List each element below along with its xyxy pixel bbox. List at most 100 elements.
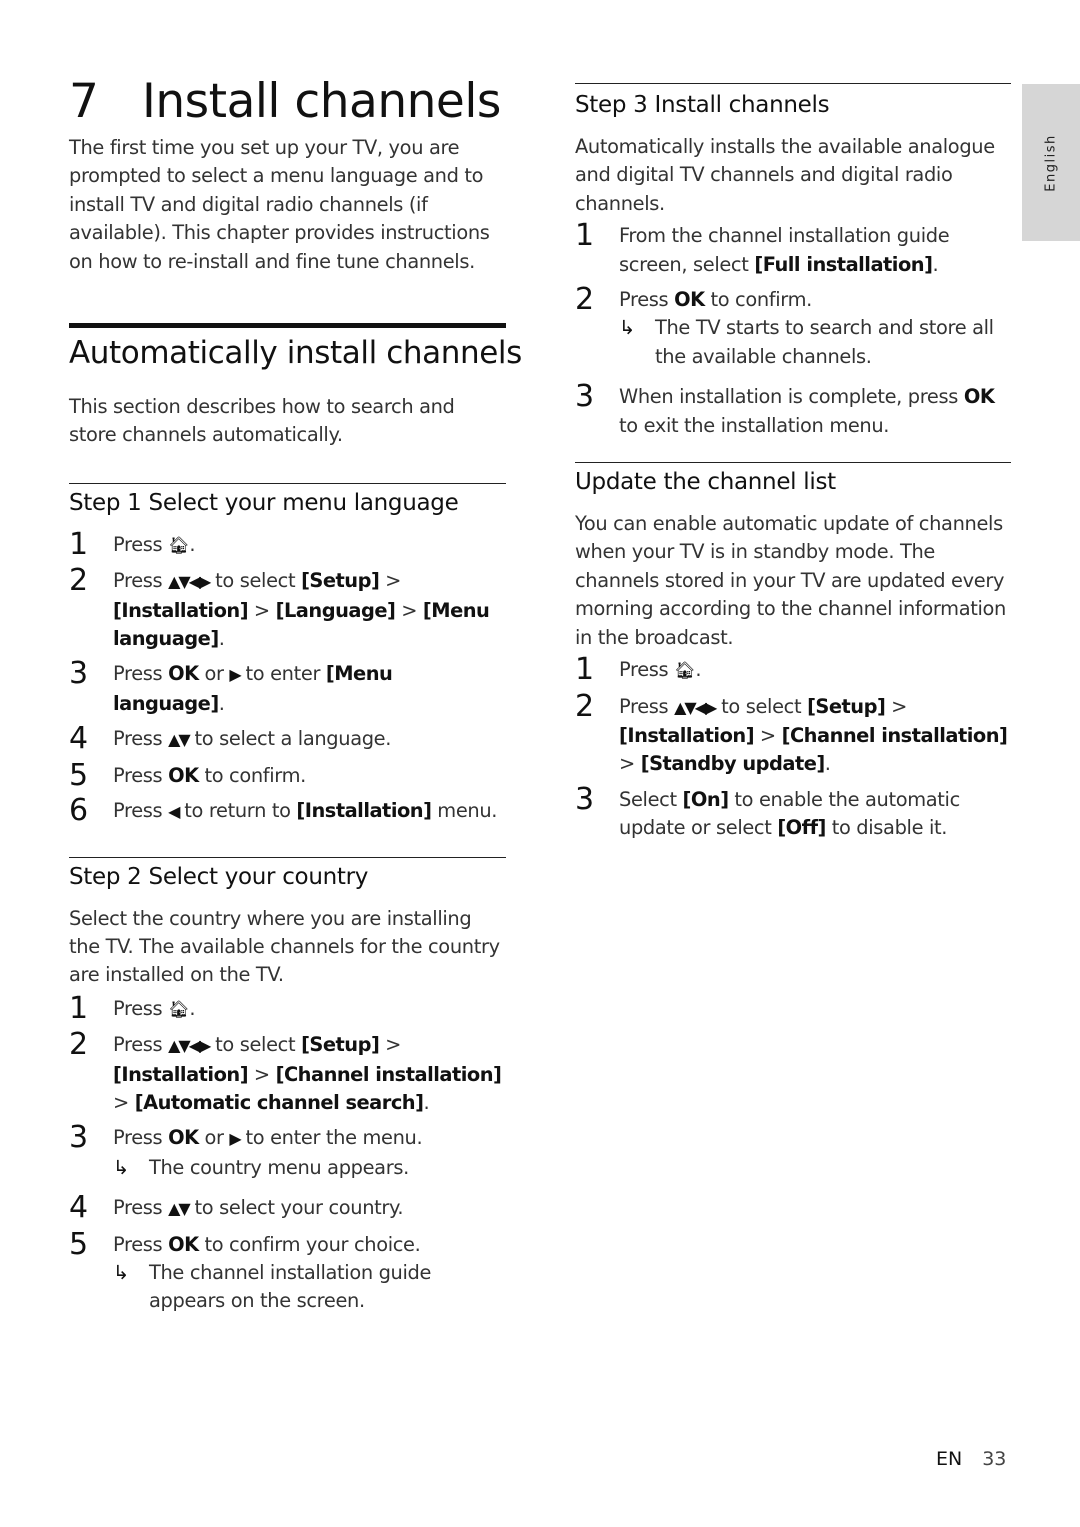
- update-description: You can enable automatic update of chann…: [575, 512, 1007, 649]
- list-item: 3 Press OK or ▶ to enter [Menu language].: [69, 657, 506, 718]
- navigation-arrows-icon: ▲▼◀▶: [674, 697, 717, 717]
- chapter-title: 7 Install channels: [69, 70, 506, 134]
- step-text: Press ▲▼◀▶ to select [Setup] > [Installa…: [113, 569, 490, 650]
- text-fragment: When installation is complete, press: [619, 385, 964, 409]
- step2-list: 1 Press 🏠︎. 2 Press ▲▼◀▶ to select [Setup] …: [69, 991, 506, 1316]
- menu-option: [Automatic channel search]: [134, 1090, 424, 1114]
- text-fragment: to confirm your choice.: [198, 1232, 421, 1256]
- step-text: Press ◀ to return to [Installation] menu…: [113, 799, 497, 822]
- text-fragment: to enter the menu.: [239, 1126, 423, 1150]
- update-title: Update the channel list: [575, 469, 836, 496]
- text-fragment: Press: [619, 694, 675, 718]
- text-fragment: Press: [619, 658, 675, 682]
- text-fragment: >: [379, 1033, 407, 1057]
- text-fragment: to select: [209, 1033, 302, 1057]
- step-number: 6: [69, 793, 88, 829]
- text-fragment: Press: [113, 763, 169, 787]
- page-footer: EN 33: [936, 1448, 1006, 1470]
- text-fragment: menu.: [431, 799, 498, 823]
- step2-title: Step 2 Select your country: [69, 863, 369, 890]
- home-icon: 🏠︎: [168, 999, 190, 1020]
- text-fragment: .: [932, 252, 939, 276]
- menu-option: [Setup]: [301, 569, 380, 593]
- text-fragment: Press: [113, 799, 169, 823]
- step2-description: Select the country where you are install…: [69, 906, 500, 987]
- step-number: 4: [69, 721, 88, 757]
- step-number: 2: [69, 1027, 88, 1063]
- text-fragment: Press: [113, 1033, 169, 1057]
- navigation-arrows-icon: ▲▼◀▶: [168, 572, 211, 592]
- text-fragment: .: [189, 532, 196, 556]
- text-fragment: to select a language.: [188, 727, 392, 751]
- text-fragment: Press: [113, 1126, 169, 1150]
- menu-option: [Language]: [275, 598, 396, 622]
- navigation-arrows-icon: ▲▼◀▶: [168, 1036, 211, 1056]
- step-number: 1: [575, 652, 594, 688]
- text-fragment: to select your country.: [188, 1196, 404, 1220]
- step-text: Press ▲▼ to select your country.: [113, 1196, 404, 1220]
- list-item: 2 Press ▲▼◀▶ to select [Setup] > [Install…: [575, 689, 1011, 779]
- step-result: ↳ The country menu appears.: [113, 1154, 506, 1182]
- text-fragment: Press: [619, 288, 675, 312]
- step-number: 2: [69, 563, 88, 599]
- menu-option: OK: [168, 662, 199, 686]
- menu-option: OK: [168, 1232, 199, 1256]
- step-text: Press 🏠︎.: [113, 532, 196, 556]
- up-down-arrows-icon: ▲▼: [168, 1199, 191, 1219]
- subsection-divider: [575, 462, 1011, 464]
- step-text: From the channel installation guide scre…: [619, 224, 955, 275]
- step-number: 2: [575, 282, 594, 318]
- menu-option: [On]: [682, 787, 730, 811]
- text-fragment: Press: [113, 996, 169, 1020]
- up-down-arrows-icon: ▲▼: [168, 730, 191, 750]
- text-fragment: to return to: [178, 799, 297, 823]
- step-number: 5: [69, 757, 88, 793]
- text-fragment: Press: [113, 569, 169, 593]
- step-number: 4: [69, 1190, 88, 1226]
- step-text: Select [On] to enable the automatic upda…: [619, 788, 966, 839]
- menu-option: [Setup]: [807, 694, 886, 718]
- text-fragment: >: [248, 1062, 276, 1086]
- step-text: Press OK to confirm.: [113, 764, 306, 787]
- menu-option: [Setup]: [301, 1033, 380, 1057]
- footer-lang-code: EN: [936, 1448, 963, 1470]
- text-fragment: to enter: [239, 662, 326, 686]
- text-fragment: Press: [113, 1232, 169, 1256]
- text-fragment: .: [695, 658, 702, 682]
- list-item: 2 Press OK to confirm. ↳ The TV starts to s…: [575, 282, 1011, 371]
- right-arrow-icon: ▶: [229, 1129, 241, 1149]
- home-icon: 🏠︎: [674, 661, 696, 682]
- list-item: 3 When installation is complete, press OK…: [575, 379, 1011, 440]
- step3-list: 1 From the channel installation guide scr…: [575, 218, 1011, 440]
- step3-title: Step 3 Install channels: [575, 92, 830, 118]
- language-tab-label: English: [1043, 133, 1059, 192]
- text-fragment: >: [379, 569, 407, 593]
- step-text: Press OK or ▶ to enter the menu.: [113, 1126, 423, 1150]
- list-item: 4 Press ▲▼ to select a language.: [69, 721, 506, 757]
- list-item: 2 Press ▲▼◀▶ to select [Setup] > [Install…: [69, 1027, 506, 1117]
- right-arrow-icon: ▶: [229, 665, 241, 685]
- text-fragment: or: [198, 662, 230, 686]
- text-fragment: >: [248, 598, 276, 622]
- step-number: 1: [575, 218, 594, 254]
- home-icon: 🏠︎: [168, 535, 190, 556]
- step-number: 3: [575, 379, 594, 415]
- result-text: The country menu appears.: [149, 1155, 409, 1179]
- subsection-divider: [69, 856, 506, 858]
- list-item: 5 Press OK to confirm your choice. ↳ The ch…: [69, 1227, 506, 1316]
- list-item: 1 From the channel installation guide scr…: [575, 218, 1011, 279]
- step-result: ↳ The channel installation guide appears …: [113, 1259, 506, 1316]
- section-divider: [69, 323, 506, 329]
- menu-option: OK: [168, 763, 199, 787]
- chapter-number: 7: [69, 74, 99, 129]
- text-fragment: .: [423, 1090, 430, 1114]
- language-tab: English: [1022, 84, 1080, 241]
- text-fragment: or: [198, 1126, 230, 1150]
- text-fragment: >: [395, 598, 423, 622]
- text-fragment: .: [824, 752, 831, 776]
- menu-option: OK: [674, 288, 705, 312]
- page-number: 33: [982, 1448, 1007, 1470]
- text-fragment: to disable it.: [825, 816, 948, 840]
- step-text: Press 🏠︎.: [113, 996, 196, 1020]
- menu-option: [Channel installation]: [275, 1062, 502, 1086]
